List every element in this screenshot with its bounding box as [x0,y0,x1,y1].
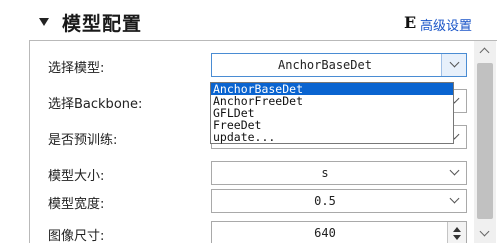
dropdown-option[interactable]: update... [211,131,453,143]
chevron-up-icon[interactable] [479,47,490,58]
collapse-triangle-icon[interactable] [39,18,49,26]
chevron-down-icon [449,165,460,176]
pretrained-label: 是否预训练: [48,133,118,148]
model-dropdown-list: AnchorBaseDet AnchorFreeDet GFLDet FreeD… [210,82,454,144]
model-width-label: 模型宽度: [48,197,105,212]
form-row-image-size: 图像尺寸: 640 [30,219,470,243]
chevron-down-icon [449,57,460,68]
section-title: 模型配置 [62,13,143,35]
model-label: 选择模型: [48,61,105,76]
form-row-model-size: 模型大小: s [30,159,470,187]
scrollbar-thumb[interactable] [477,63,493,219]
chevron-down-icon [449,193,460,204]
image-size-spinbox[interactable]: 640 [211,221,467,243]
spin-up-icon[interactable] [453,227,461,232]
form-row-model: 选择模型: AnchorBaseDet [30,51,470,79]
chevron-down-icon[interactable] [479,226,490,237]
model-size-label: 模型大小: [48,169,105,184]
model-select-toggle[interactable] [441,54,466,76]
section-header: 模型配置 E 高级设置 [0,0,502,40]
model-select[interactable]: AnchorBaseDet [211,53,467,77]
spin-down-icon[interactable] [453,235,461,240]
model-width-select[interactable]: 0.5 [211,189,467,213]
advanced-settings-link[interactable]: 高级设置 [420,15,472,34]
model-size-value: s [321,166,329,180]
backbone-label: 选择Backbone: [48,97,143,112]
image-size-label: 图像尺寸: [48,229,105,243]
model-size-select[interactable]: s [211,161,467,185]
vertical-scrollbar[interactable] [474,41,496,243]
spinbox-buttons[interactable] [447,222,466,243]
model-width-value: 0.5 [314,194,336,208]
advanced-settings-icon[interactable]: E [404,13,416,32]
image-size-value: 640 [314,226,336,240]
form-row-model-width: 模型宽度: 0.5 [30,187,470,215]
model-select-value: AnchorBaseDet [278,58,372,72]
